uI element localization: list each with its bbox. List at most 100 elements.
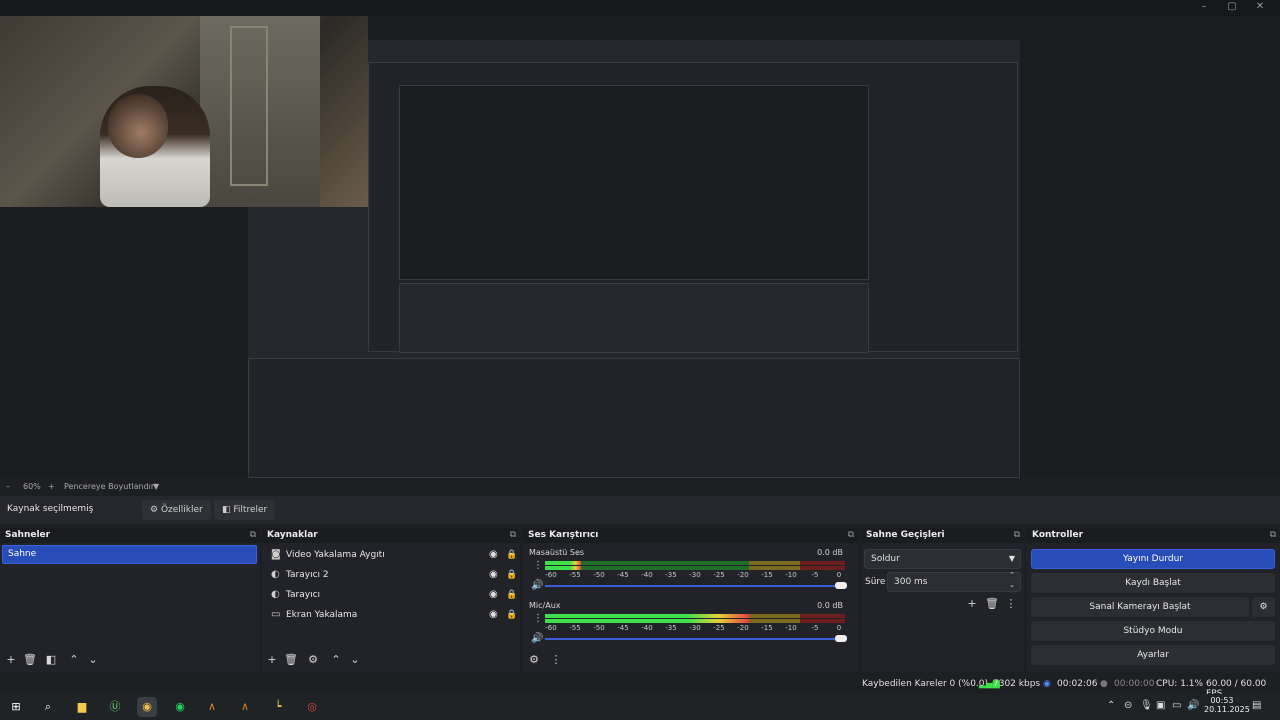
stop-stream-button[interactable]: Yayını Durdur (1031, 549, 1275, 569)
volume-slider[interactable] (545, 582, 847, 589)
nested-docks (399, 283, 869, 353)
add-scene-icon[interactable]: + (4, 653, 18, 667)
transition-select[interactable]: Soldur ▼ (864, 549, 1021, 569)
properties-button[interactable]: ⚙ Özellikler (142, 500, 211, 520)
close-button[interactable]: ✕ (1246, 0, 1274, 14)
channel-menu-icon[interactable]: ⋮ (533, 560, 543, 571)
minimize-button[interactable]: – (1190, 0, 1218, 14)
scale-tick-label: -10 (785, 571, 797, 579)
spotify-icon[interactable]: ◉ (170, 697, 190, 717)
undock-icon[interactable]: ⧉ (1014, 527, 1020, 543)
channel-db: 0.0 dB (817, 548, 843, 557)
upwork-icon[interactable]: Ⓤ (105, 697, 125, 717)
app-icon[interactable]: ┕ (268, 697, 288, 717)
zoom-out-button[interactable]: – (6, 482, 10, 491)
slider-handle[interactable] (835, 582, 847, 589)
lock-icon[interactable]: 🔒 (506, 585, 517, 605)
move-down-icon[interactable]: ⌄ (348, 653, 362, 667)
delete-icon[interactable]: 🗑 (23, 653, 37, 667)
scenes-dock: Sahneler ⧉ Sahne + 🗑 ◧ ⌃ ⌄ (0, 527, 260, 672)
duration-input[interactable]: 300 ms ⌃ ⌄ (887, 570, 1021, 592)
filters-button[interactable]: ◧ Filtreler (214, 500, 276, 520)
channel-menu-icon[interactable]: ⋮ (533, 613, 543, 624)
scene-item[interactable]: Sahne (2, 545, 257, 564)
scale-tick-label: -60 (545, 571, 557, 579)
source-item[interactable]: ◐ Tarayıcı ◉ 🔒 (262, 585, 518, 605)
undock-icon[interactable]: ⧉ (510, 527, 516, 543)
duration-value: 300 ms (894, 577, 928, 587)
app-icon[interactable]: ∧ (235, 697, 255, 717)
source-item[interactable]: ◙ Video Yakalama Aygıtı ◉ 🔒 (262, 545, 518, 565)
nested-preview-inner (399, 85, 869, 280)
stream-time: 00:02:06 (1057, 679, 1098, 689)
filter-icon[interactable]: ◧ (44, 653, 58, 667)
studio-mode-button[interactable]: Stüdyo Modu (1031, 621, 1275, 641)
lock-icon[interactable]: 🔒 (506, 545, 517, 565)
file-explorer-icon[interactable]: ▆ (72, 697, 92, 717)
advanced-audio-icon[interactable]: ⚙ (527, 653, 541, 667)
clock[interactable]: 00:53 20.11.2025 (1204, 696, 1250, 714)
undock-icon[interactable]: ⧉ (250, 527, 256, 543)
visibility-icon[interactable]: ◉ (489, 545, 498, 565)
obs-icon[interactable]: ◎ (302, 697, 322, 717)
maximize-button[interactable]: ▢ (1218, 0, 1246, 14)
visibility-icon[interactable]: ◉ (489, 605, 498, 625)
nested-obs-ui (248, 358, 1020, 478)
lock-icon[interactable]: 🔒 (506, 605, 517, 625)
move-up-icon[interactable]: ⌃ (329, 653, 343, 667)
fit-to-window[interactable]: Pencereye Boyutlandır (64, 482, 154, 491)
delete-icon[interactable]: 🗑 (284, 653, 298, 667)
undock-icon[interactable]: ⧉ (848, 527, 854, 543)
app-icon[interactable]: ∧ (202, 697, 222, 717)
add-transition-icon[interactable]: + (965, 597, 979, 611)
sources-title: Kaynaklar (267, 530, 318, 540)
speaker-icon[interactable]: 🔊 (531, 633, 543, 644)
menu-icon[interactable]: ⋮ (1004, 597, 1018, 611)
visibility-icon[interactable]: ◉ (489, 585, 498, 605)
start-virtual-camera-button[interactable]: Sanal Kamerayı Başlat (1031, 597, 1249, 617)
duration-label: Süre (865, 577, 886, 587)
scale-tick-label: -45 (617, 624, 629, 632)
settings-button[interactable]: Ayarlar (1031, 645, 1275, 665)
scale-tick-label: 0 (836, 571, 842, 579)
notification-icon[interactable]: ▤ (1252, 700, 1261, 711)
start-recording-button[interactable]: Kaydı Başlat (1031, 573, 1275, 593)
meter-scale: -60 -55 -50 -45 -40 -35 -30 -25 -20 -15 -10 -5 0 (545, 624, 845, 634)
chrome-icon[interactable]: ◉ (137, 697, 157, 717)
delete-icon[interactable]: 🗑 (985, 597, 999, 611)
zoom-bar: – 60% + Pencereye Boyutlandır ▼ (0, 478, 1280, 496)
gear-icon[interactable]: ⚙ (306, 653, 320, 667)
network-icon[interactable]: ▭ (1172, 700, 1181, 711)
add-source-icon[interactable]: + (265, 653, 279, 667)
zoom-dropdown-icon[interactable]: ▼ (153, 482, 159, 491)
clock-time: 00:53 (1210, 696, 1234, 705)
mixer-channel-mic: Mic/Aux 0.0 dB ⋮ -60 -55 -50 -45 -40 -35 -30 -2… (529, 601, 849, 653)
mic-icon[interactable]: 🎙 (1140, 700, 1153, 711)
bitrate: 7302 kbps (993, 679, 1041, 689)
source-label: Tarayıcı 2 (286, 570, 329, 580)
windows-start-icon[interactable]: ⊞ (6, 697, 26, 717)
menu-icon[interactable]: ⋮ (549, 653, 563, 667)
scale-tick-label: -50 (593, 624, 605, 632)
move-down-icon[interactable]: ⌄ (86, 653, 100, 667)
display-icon[interactable]: ▣ (1156, 700, 1165, 711)
slider-handle[interactable] (835, 635, 847, 642)
move-up-icon[interactable]: ⌃ (67, 653, 81, 667)
tray-icon[interactable]: ⊝ (1124, 700, 1132, 711)
speaker-icon[interactable]: 🔊 (531, 580, 543, 591)
chevron-up-icon[interactable]: ⌃ (1107, 700, 1115, 711)
vcam-settings-button[interactable]: ⚙ (1252, 597, 1275, 617)
scenes-header: Sahneler ⧉ (0, 527, 260, 543)
search-icon[interactable]: ⌕ (38, 697, 58, 717)
lock-icon[interactable]: 🔒 (506, 565, 517, 585)
volume-slider[interactable] (545, 635, 847, 642)
preview-area[interactable] (0, 16, 1280, 478)
visibility-icon[interactable]: ◉ (489, 565, 498, 585)
source-item[interactable]: ◐ Tarayıcı 2 ◉ 🔒 (262, 565, 518, 585)
source-item[interactable]: ▭ Ekran Yakalama ◉ 🔒 (262, 605, 518, 625)
undock-icon[interactable]: ⧉ (1270, 527, 1276, 543)
taskbar: ⊞ ⌕ ▆ Ⓤ ◉ ◉ ∧ ∧ ┕ ◎ ⌃ ⊝ 🎙 ▣ ▭ 🔊 00:53 20… (0, 694, 1280, 720)
zoom-in-button[interactable]: + (48, 482, 55, 491)
volume-icon[interactable]: 🔊 (1187, 700, 1199, 711)
stepper-icon[interactable]: ⌃ ⌄ (1009, 570, 1015, 590)
